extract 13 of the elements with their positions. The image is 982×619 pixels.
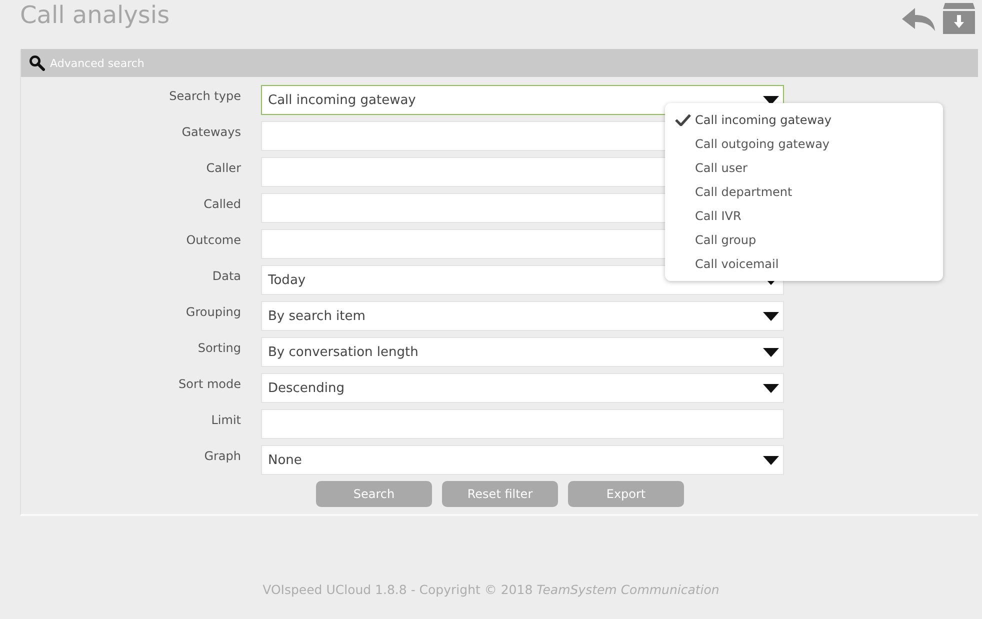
field-label: Gateways xyxy=(180,124,241,141)
field-label: Caller xyxy=(205,160,241,177)
field-label: Search type xyxy=(168,88,241,105)
field-label: Grouping xyxy=(184,304,241,321)
footer-text: VOIspeed UCloud 1.8.8 - Copyright © 2018 TeamSystem Communication xyxy=(262,582,720,597)
field-label: Called xyxy=(202,196,241,213)
field-label: Sort mode xyxy=(178,376,241,393)
field-label: Limit xyxy=(210,412,241,429)
field-label: Outcome xyxy=(185,232,241,249)
field-label: Sorting xyxy=(196,340,241,357)
field-label: Data xyxy=(211,268,241,285)
field-label: Graph xyxy=(203,448,241,465)
page-title: Call analysis xyxy=(20,0,170,30)
